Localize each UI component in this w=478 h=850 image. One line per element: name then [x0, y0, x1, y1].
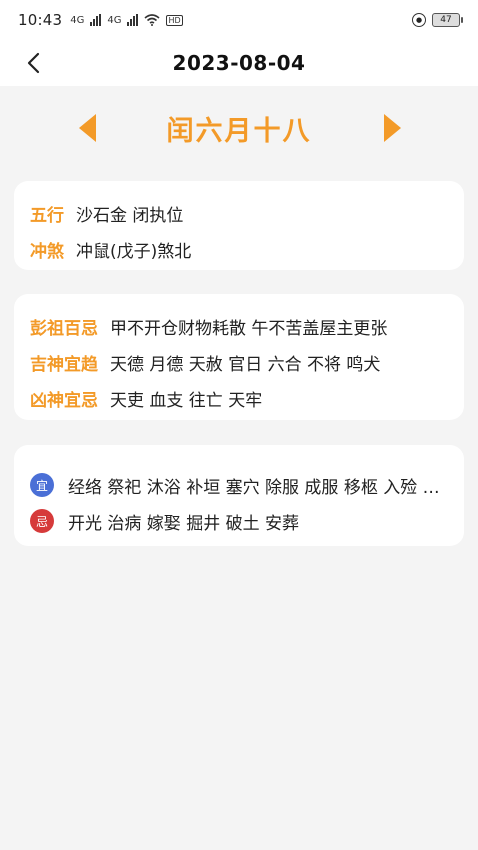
wuxing-card: 五行 沙石金 闭执位 冲煞 冲鼠(戊子)煞北: [14, 181, 464, 270]
signal-icon-2: [127, 14, 139, 26]
shensha-card: 彭祖百忌 甲不开仓财物耗散 午不苦盖屋主更张 吉神宜趋 天德 月德 天赦 官日 …: [14, 294, 464, 420]
pengzu-value: 甲不开仓财物耗散 午不苦盖屋主更张: [110, 318, 388, 339]
triangle-right-icon: [384, 114, 401, 142]
yi-row[interactable]: 宜 经络 祭祀 沐浴 补垣 塞穴 除服 成服 移柩 入殓 破土 启攒 安葬: [30, 467, 448, 503]
chongsha-value: 冲鼠(戊子)煞北: [76, 241, 192, 262]
prev-day-button[interactable]: [76, 112, 100, 144]
pengzu-label: 彭祖百忌: [30, 318, 98, 339]
next-day-button[interactable]: [380, 112, 404, 144]
status-time: 10:43: [18, 11, 63, 29]
yi-value: 经络 祭祀 沐浴 补垣 塞穴 除服 成服 移柩 入殓 破土 启攒 安葬: [68, 477, 446, 498]
status-left: 10:43 4G 4G HD: [18, 11, 183, 29]
hd-icon: HD: [166, 14, 183, 26]
chongsha-row: 冲煞 冲鼠(戊子)煞北: [30, 231, 448, 267]
status-icons: 4G 4G HD: [70, 14, 183, 26]
xiongshen-row: 凶神宜忌 天吏 血支 往亡 天牢: [30, 380, 448, 416]
xiongshen-value: 天吏 血支 往亡 天牢: [110, 390, 263, 411]
signal-label-2: 4G: [107, 14, 122, 26]
yi-badge: 宜: [30, 473, 54, 497]
lunar-nav: 闰六月十八: [0, 100, 478, 156]
wifi-icon: [144, 14, 161, 26]
jishen-label: 吉神宜趋: [30, 354, 98, 375]
status-bar: 10:43 4G 4G HD ● 47: [0, 0, 478, 40]
header: 2023-08-04: [0, 40, 478, 86]
ji-value: 开光 治病 嫁娶 掘井 破土 安葬: [68, 513, 300, 534]
signal-icon-1: [90, 14, 102, 26]
battery-level: 47: [440, 15, 452, 25]
lunar-date: 闰六月十八: [166, 115, 312, 147]
wuxing-value: 沙石金 闭执位: [76, 205, 184, 226]
yiji-card: 宜 经络 祭祀 沐浴 补垣 塞穴 除服 成服 移柩 入殓 破土 启攒 安葬 忌 …: [14, 445, 464, 546]
ji-row[interactable]: 忌 开光 治病 嫁娶 掘井 破土 安葬: [30, 503, 448, 539]
xiongshen-label: 凶神宜忌: [30, 390, 98, 411]
jishen-value: 天德 月德 天赦 官日 六合 不将 鸣犬: [110, 354, 381, 375]
signal-label-1: 4G: [70, 14, 85, 26]
chongsha-label: 冲煞: [30, 241, 64, 262]
chevron-left-icon: [27, 52, 40, 74]
lock-icon: ●: [412, 13, 426, 27]
jishen-row: 吉神宜趋 天德 月德 天赦 官日 六合 不将 鸣犬: [30, 344, 448, 380]
ji-badge: 忌: [30, 509, 54, 533]
triangle-left-icon: [79, 114, 96, 142]
page-title: 2023-08-04: [172, 51, 306, 75]
back-button[interactable]: [18, 48, 48, 78]
wuxing-row: 五行 沙石金 闭执位: [30, 195, 448, 231]
wuxing-label: 五行: [30, 205, 64, 226]
battery-icon: 47: [432, 13, 463, 27]
status-right: ● 47: [412, 13, 463, 27]
pengzu-row: 彭祖百忌 甲不开仓财物耗散 午不苦盖屋主更张: [30, 308, 448, 344]
